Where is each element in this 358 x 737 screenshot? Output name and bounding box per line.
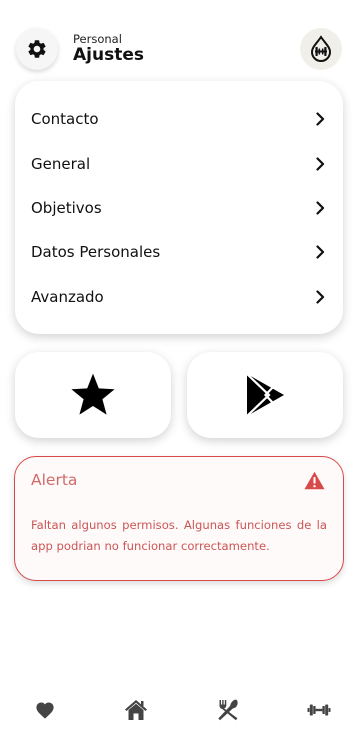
menu-item-general[interactable]: General — [15, 141, 343, 185]
heart-icon — [36, 702, 54, 719]
menu-item-avanzado[interactable]: Avanzado — [15, 275, 343, 319]
nav-home[interactable] — [121, 695, 151, 725]
chevron-right-icon — [313, 156, 327, 171]
chevron-right-icon — [313, 290, 327, 304]
menu-item-contacto[interactable]: Contacto — [15, 97, 343, 141]
menu-item-label: Contacto — [31, 110, 99, 129]
menu-item-label: Datos Personales — [31, 243, 161, 262]
home-icon — [125, 700, 148, 720]
rate-app-button[interactable] — [15, 352, 171, 438]
page-subtitle: Personal — [73, 32, 122, 46]
app-logo-button[interactable] — [300, 28, 342, 70]
star-icon — [71, 373, 115, 415]
utensils-icon — [217, 699, 238, 721]
alert-title: Alerta — [31, 471, 78, 489]
header: Personal Ajustes — [16, 28, 342, 72]
menu-item-datos-personales[interactable]: Datos Personales — [15, 230, 343, 274]
page-title: Ajustes — [73, 45, 144, 65]
play-store-icon — [246, 373, 284, 417]
bottom-navigation — [0, 695, 358, 725]
warning-icon — [304, 471, 325, 494]
menu-item-label: General — [31, 154, 91, 173]
alert-message: Faltan algunos permisos. Algunas funcion… — [31, 518, 327, 553]
menu-item-label: Avanzado — [31, 287, 104, 306]
nav-workout[interactable] — [304, 695, 334, 725]
settings-button[interactable] — [16, 28, 58, 70]
menu-item-label: Objetivos — [31, 198, 102, 217]
chevron-right-icon — [313, 201, 327, 215]
nav-favorites[interactable] — [30, 695, 60, 725]
chevron-right-icon — [313, 112, 327, 126]
settings-menu: Contacto General Objetivos Datos Persona… — [15, 81, 343, 334]
gear-icon — [28, 40, 46, 58]
title-block: Personal Ajustes — [73, 32, 144, 65]
menu-item-objetivos[interactable]: Objetivos — [15, 186, 343, 230]
nav-nutrition[interactable] — [213, 695, 243, 725]
chevron-right-icon — [313, 245, 327, 259]
dumbbell-drop-logo-icon — [310, 35, 332, 62]
permissions-alert: Alerta Faltan algunos permisos. Algunas … — [14, 456, 344, 581]
dumbbell-icon — [307, 704, 331, 716]
settings-screen: Personal Ajustes Contacto General Objeti… — [0, 0, 358, 737]
play-store-button[interactable] — [187, 352, 343, 438]
